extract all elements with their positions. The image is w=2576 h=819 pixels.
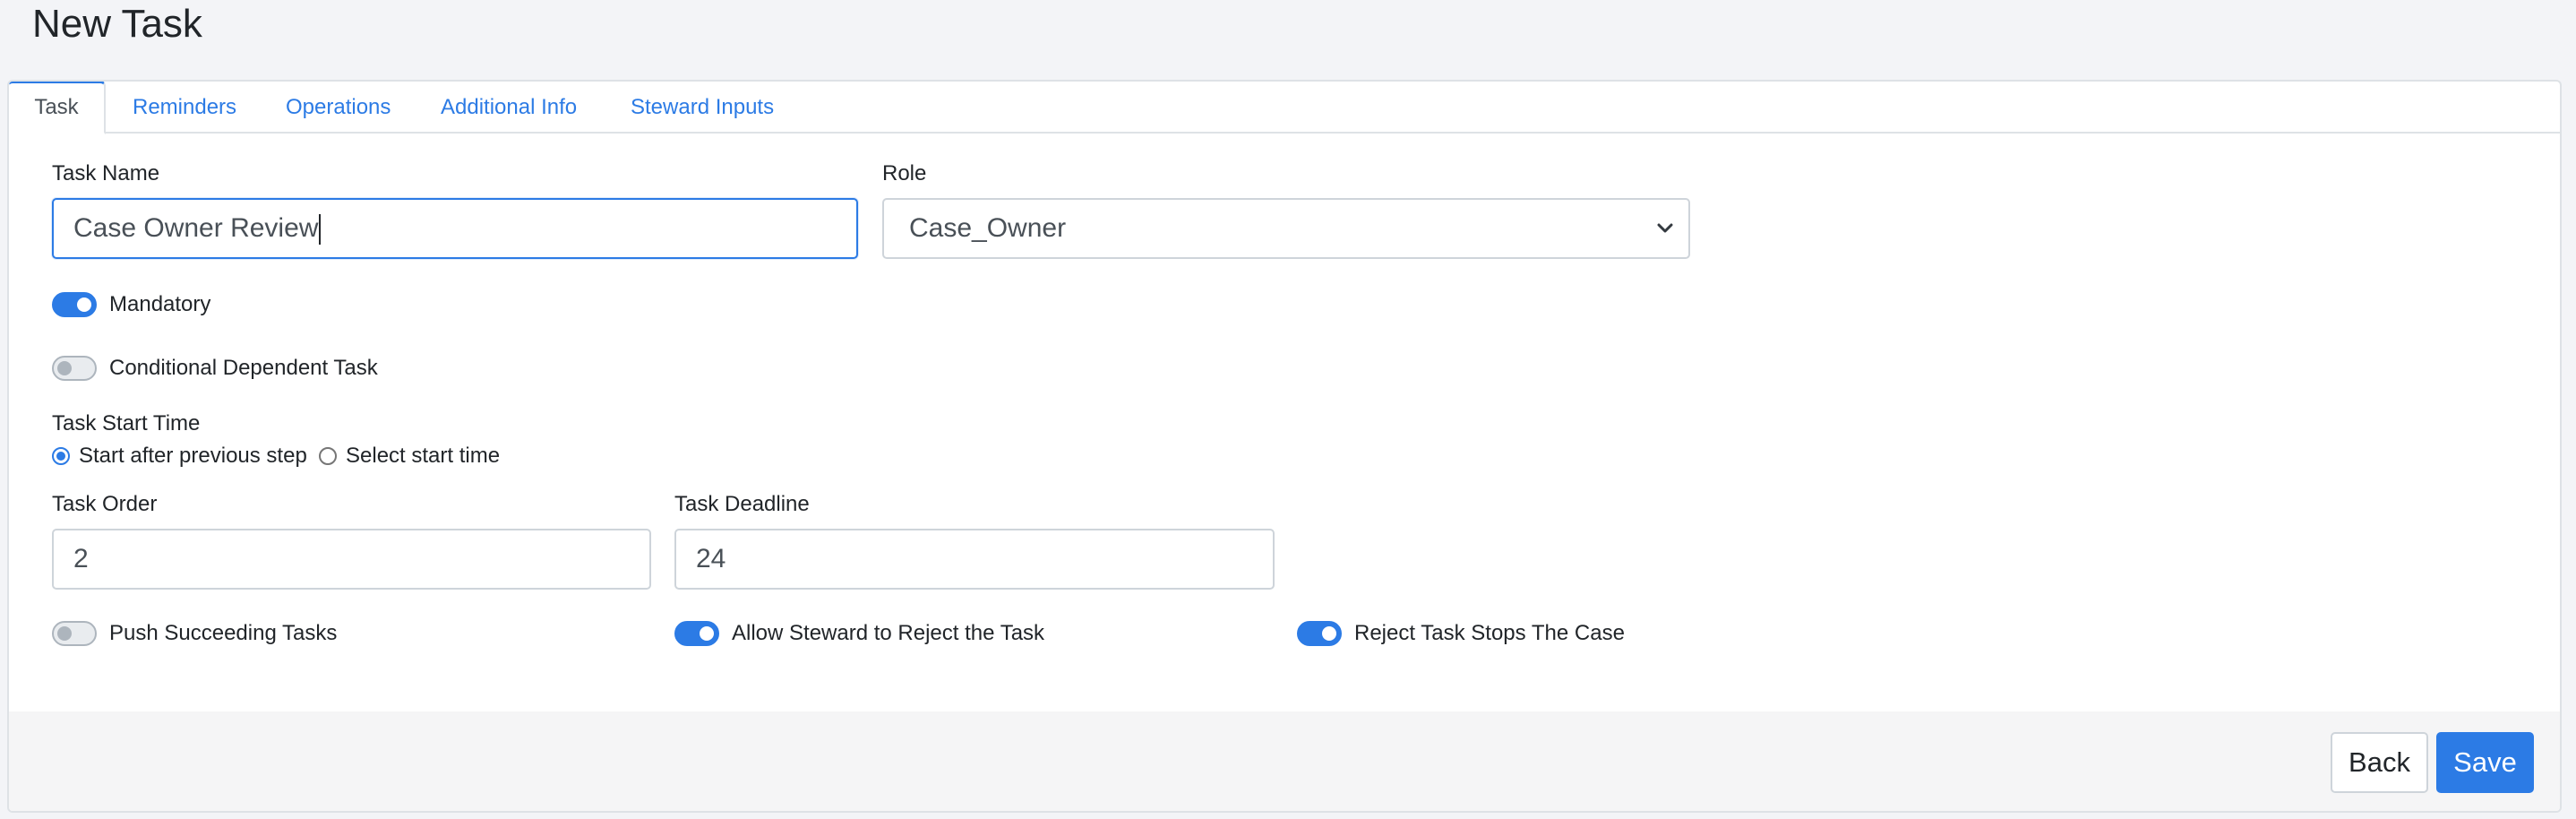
task-deadline-value: 24 xyxy=(696,544,726,573)
conditional-dependent-label: Conditional Dependent Task xyxy=(109,356,378,380)
radio-select-start-time[interactable]: Select start time xyxy=(319,443,525,470)
allow-steward-reject-label: Allow Steward to Reject the Task xyxy=(732,621,1045,645)
tab-reminders[interactable]: Reminders xyxy=(133,82,236,134)
task-start-time-label: Task Start Time xyxy=(52,411,201,435)
form-footer: Back Save xyxy=(9,711,2560,811)
mandatory-toggle-row[interactable]: Mandatory xyxy=(52,289,285,320)
task-name-input[interactable]: Case Owner Review xyxy=(52,198,858,259)
task-deadline-input[interactable]: 24 xyxy=(674,529,1275,590)
reject-stops-case-toggle[interactable] xyxy=(1297,621,1342,646)
tab-steward-inputs[interactable]: Steward Inputs xyxy=(631,82,774,134)
page-title: New Task xyxy=(32,2,202,46)
tab-operations[interactable]: Operations xyxy=(286,82,391,134)
tab-bar: Task Reminders Operations Additional Inf… xyxy=(9,82,2560,134)
role-selected-value: Case_Owner xyxy=(909,213,1067,243)
text-caret xyxy=(319,214,322,246)
reject-stops-case-toggle-row[interactable]: Reject Task Stops The Case xyxy=(1297,618,1655,649)
task-name-value: Case Owner Review xyxy=(73,213,319,243)
start-after-previous-label: Start after previous step xyxy=(79,444,307,468)
role-select[interactable]: Case_Owner xyxy=(882,198,1690,259)
radio-button-unchecked[interactable] xyxy=(319,447,337,465)
radio-start-after-previous[interactable]: Start after previous step xyxy=(52,443,312,470)
task-form-card: Task Reminders Operations Additional Inf… xyxy=(7,80,2562,813)
mandatory-toggle[interactable] xyxy=(52,292,97,317)
back-button[interactable]: Back xyxy=(2331,732,2428,793)
select-start-time-label: Select start time xyxy=(346,444,501,468)
chevron-down-icon xyxy=(1657,223,1673,233)
task-order-value: 2 xyxy=(73,544,89,573)
tab-additional-info[interactable]: Additional Info xyxy=(441,82,577,134)
push-succeeding-label: Push Succeeding Tasks xyxy=(109,621,338,645)
conditional-dependent-toggle[interactable] xyxy=(52,356,97,381)
task-order-label: Task Order xyxy=(52,492,158,516)
task-order-input[interactable]: 2 xyxy=(52,529,651,590)
allow-steward-reject-toggle[interactable] xyxy=(674,621,719,646)
radio-button-checked[interactable] xyxy=(52,447,70,465)
reject-stops-case-label: Reject Task Stops The Case xyxy=(1354,621,1625,645)
role-label: Role xyxy=(882,161,927,185)
save-button[interactable]: Save xyxy=(2436,732,2534,793)
task-deadline-label: Task Deadline xyxy=(674,492,810,516)
task-name-label: Task Name xyxy=(52,161,160,185)
allow-steward-reject-toggle-row[interactable]: Allow Steward to Reject the Task xyxy=(674,618,1069,649)
mandatory-label: Mandatory xyxy=(109,292,211,316)
push-succeeding-toggle-row[interactable]: Push Succeeding Tasks xyxy=(52,618,356,649)
push-succeeding-toggle[interactable] xyxy=(52,621,97,646)
tab-task[interactable]: Task xyxy=(9,82,106,134)
conditional-dependent-toggle-row[interactable]: Conditional Dependent Task xyxy=(52,353,410,384)
